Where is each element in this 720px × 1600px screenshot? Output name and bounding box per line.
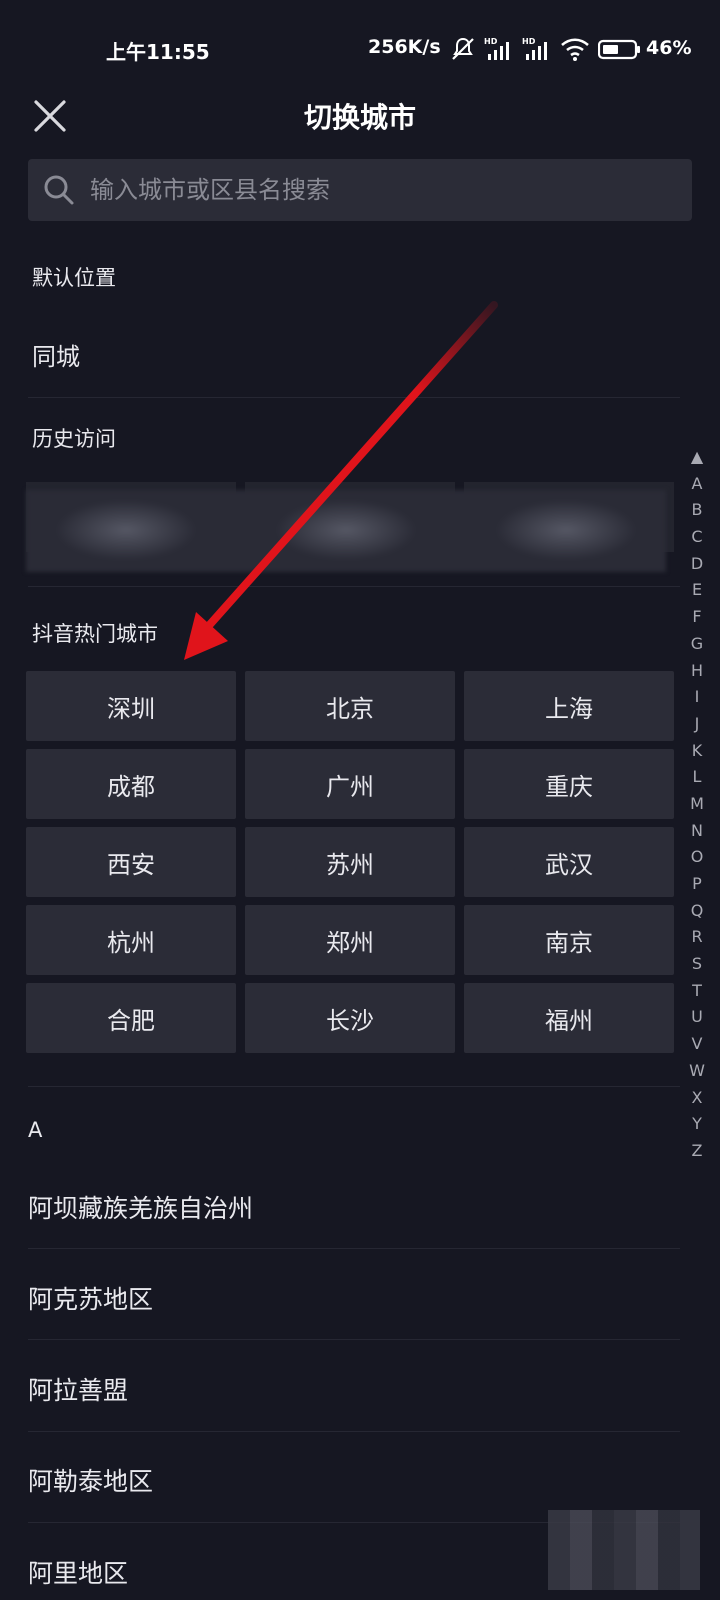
battery-percent: 46% [646, 37, 692, 59]
blur-mask [26, 490, 666, 572]
city-list-item[interactable]: 阿克苏地区 [28, 1280, 153, 1316]
alpha-index-letter[interactable]: R [686, 924, 708, 951]
default-location-heading: 默认位置 [32, 266, 116, 290]
status-icons: HD HD [450, 36, 642, 62]
hot-city-button[interactable]: 杭州 [26, 905, 236, 975]
hot-city-button[interactable]: 深圳 [26, 671, 236, 741]
hot-cities-heading: 抖音热门城市 [32, 622, 158, 646]
hd-signal-icon: HD [522, 37, 547, 60]
alpha-index-letter[interactable]: P [686, 871, 708, 898]
hot-city-button[interactable]: 郑州 [245, 905, 455, 975]
alpha-index-letter[interactable]: O [686, 844, 708, 871]
alphabet-index[interactable]: ▲ A B C D E F G H I J K L M N O P Q R S … [686, 444, 708, 1165]
alpha-index-letter[interactable]: W [686, 1058, 708, 1085]
divider [28, 1431, 680, 1432]
alpha-index-letter[interactable]: X [686, 1085, 708, 1112]
svg-text:HD: HD [484, 37, 498, 46]
mute-icon [452, 37, 474, 60]
alpha-index-letter[interactable]: C [686, 524, 708, 551]
letter-section-header: A [28, 1118, 43, 1142]
city-list-item[interactable]: 阿里地区 [28, 1554, 128, 1590]
alpha-index-letter[interactable]: L [686, 764, 708, 791]
status-time: 上午11:55 [106, 40, 210, 64]
alpha-index-letter[interactable]: Q [686, 898, 708, 925]
alpha-index-letter[interactable]: I [686, 684, 708, 711]
alpha-index-letter[interactable]: U [686, 1004, 708, 1031]
alpha-index-letter[interactable]: B [686, 497, 708, 524]
svg-text:HD: HD [522, 37, 536, 46]
alpha-index-letter[interactable]: J [686, 711, 708, 738]
hot-city-button[interactable]: 合肥 [26, 983, 236, 1053]
divider [28, 397, 680, 398]
divider [28, 1248, 680, 1249]
hot-city-button[interactable]: 北京 [245, 671, 455, 741]
search-box[interactable] [28, 159, 692, 221]
default-location-item[interactable]: 同城 [32, 337, 80, 372]
hot-city-button[interactable]: 福州 [464, 983, 674, 1053]
watermark [548, 1510, 700, 1590]
page-title: 切换城市 [303, 101, 416, 134]
divider [28, 1086, 680, 1087]
alpha-index-letter[interactable]: M [686, 791, 708, 818]
history-heading: 历史访问 [32, 427, 116, 451]
hot-city-button[interactable]: 重庆 [464, 749, 674, 819]
search-icon [44, 175, 74, 205]
battery-icon [598, 39, 640, 60]
network-speed: 256K/s [368, 36, 441, 58]
search-input[interactable] [88, 175, 692, 205]
wifi-icon [561, 38, 589, 61]
hot-city-button[interactable]: 长沙 [245, 983, 455, 1053]
alpha-index-letter[interactable]: A [686, 471, 708, 498]
hot-city-button[interactable]: 上海 [464, 671, 674, 741]
hot-city-button[interactable]: 武汉 [464, 827, 674, 897]
alpha-index-letter[interactable]: E [686, 577, 708, 604]
hot-city-button[interactable]: 西安 [26, 827, 236, 897]
city-list-item[interactable]: 阿拉善盟 [28, 1371, 128, 1407]
hot-city-button[interactable]: 成都 [26, 749, 236, 819]
alpha-index-letter[interactable]: N [686, 818, 708, 845]
divider [28, 586, 680, 587]
alpha-index-letter[interactable]: G [686, 631, 708, 658]
alpha-index-letter[interactable]: T [686, 978, 708, 1005]
divider [28, 1339, 680, 1340]
alpha-index-letter[interactable]: K [686, 738, 708, 765]
hot-city-button[interactable]: 苏州 [245, 827, 455, 897]
alpha-index-letter[interactable]: H [686, 658, 708, 685]
city-list-item[interactable]: 阿勒泰地区 [28, 1462, 153, 1498]
city-list-item[interactable]: 阿坝藏族羌族自治州 [28, 1189, 253, 1225]
alpha-index-letter[interactable]: F [686, 604, 708, 631]
hot-city-button[interactable]: 广州 [245, 749, 455, 819]
alpha-index-letter[interactable]: V [686, 1031, 708, 1058]
hd-signal-icon: HD [484, 37, 509, 60]
alpha-index-letter[interactable]: Z [686, 1138, 708, 1165]
alpha-index-top[interactable]: ▲ [686, 444, 708, 471]
header: 切换城市 [0, 80, 720, 150]
alpha-index-letter[interactable]: Y [686, 1111, 708, 1138]
alpha-index-letter[interactable]: S [686, 951, 708, 978]
alpha-index-letter[interactable]: D [686, 551, 708, 578]
hot-city-button[interactable]: 南京 [464, 905, 674, 975]
